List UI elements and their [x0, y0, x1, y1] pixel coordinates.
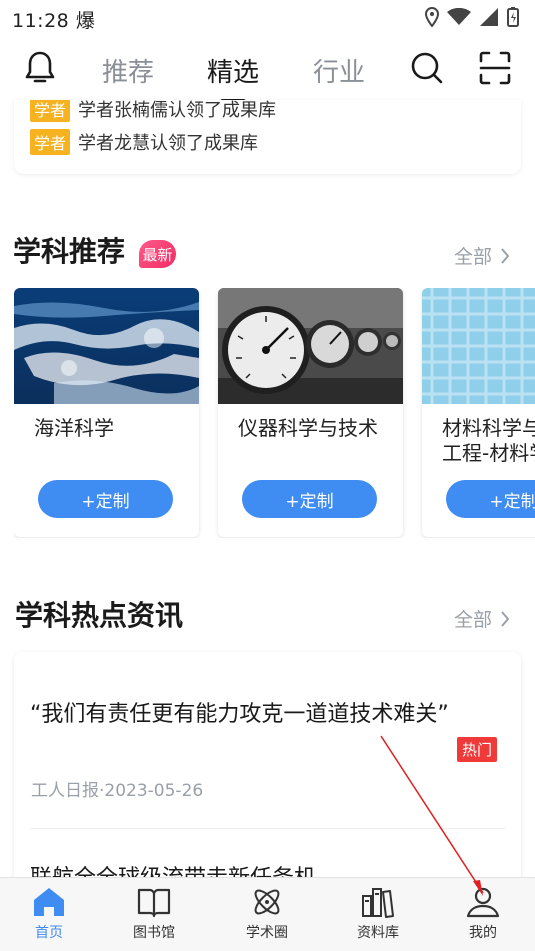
wifi-icon: [447, 8, 471, 25]
tab-industry[interactable]: 行业: [313, 52, 365, 89]
subject-card[interactable]: 海洋科学 +定制: [14, 288, 199, 537]
customize-button[interactable]: +定制: [242, 480, 377, 518]
notification-button[interactable]: [24, 50, 56, 90]
news-section-title: 学科热点资讯: [15, 599, 184, 632]
see-all-label: 全部: [454, 246, 493, 268]
search-icon: [411, 52, 443, 84]
search-button[interactable]: [410, 50, 444, 90]
tab-label: 图书馆: [133, 925, 175, 941]
tab-me[interactable]: 我的: [443, 886, 523, 942]
subjects-section-title: 学科推荐: [13, 235, 126, 268]
hot-badge: 热门: [457, 737, 498, 762]
subject-name: 材料科学与工程-材料学: [442, 416, 535, 465]
see-all-label: 全部: [454, 609, 493, 631]
atom-icon: [254, 889, 280, 915]
material-image: [422, 288, 535, 404]
tab-recommend[interactable]: 推荐: [102, 52, 154, 89]
announcement-text: 学者龙慧认领了成果库: [78, 133, 259, 154]
tab-academic-circle[interactable]: 学术圈: [227, 886, 307, 942]
customize-button[interactable]: +定制: [38, 480, 173, 518]
scholar-badge: 学者: [30, 100, 71, 122]
tab-featured[interactable]: 精选: [207, 52, 259, 89]
top-nav: 推荐 精选 行业: [0, 36, 535, 108]
status-time: 11:28 爆: [12, 10, 96, 32]
battery-icon: [507, 7, 519, 27]
location-icon: [425, 7, 439, 27]
home-icon: [34, 888, 64, 916]
scan-icon: [479, 51, 511, 85]
chevron-right-icon: [501, 610, 510, 627]
tab-label: 我的: [469, 925, 497, 941]
subject-name: 海洋科学: [34, 416, 114, 440]
news-meta: 工人日报·2023-05-26: [31, 781, 204, 801]
tab-database[interactable]: 资料库: [338, 886, 418, 942]
tab-home[interactable]: 首页: [9, 886, 89, 942]
subject-card[interactable]: 材料科学与工程-材料学 +定制: [422, 288, 535, 537]
new-badge: 最新: [139, 240, 176, 268]
tab-library[interactable]: 图书馆: [114, 886, 194, 942]
news-see-all-link[interactable]: 全部: [454, 605, 510, 632]
subject-carousel[interactable]: 海洋科学 +定制 仪器科学与技术 +定制 材料科学与工程-材料 +定制: [14, 288, 535, 538]
news-title[interactable]: “我们有责任更有能力攻克一道道技术难关”: [30, 696, 460, 733]
chevron-right-icon: [501, 247, 510, 264]
tab-label: 资料库: [357, 925, 399, 941]
tab-label: 学术圈: [246, 925, 288, 941]
signal-icon: [480, 8, 498, 26]
scan-button[interactable]: [478, 50, 512, 90]
announcement-item[interactable]: 学者 学者龙慧认领了成果库: [30, 129, 258, 155]
announcement-text: 学者张楠儒认领了成果库: [78, 100, 277, 121]
subject-card[interactable]: 仪器科学与技术 +定制: [218, 288, 403, 537]
status-bar: 11:28 爆: [0, 0, 535, 36]
gauges-image: [218, 288, 403, 404]
announcement-item[interactable]: 学者 学者张楠儒认领了成果库: [30, 100, 276, 122]
tab-label: 首页: [35, 925, 63, 941]
announcement-card[interactable]: 学者 学者张楠儒认领了成果库 学者 学者龙慧认领了成果库: [14, 100, 521, 174]
scholar-badge: 学者: [30, 129, 71, 155]
subjects-see-all-link[interactable]: 全部: [454, 242, 510, 269]
customize-button[interactable]: +定制: [446, 480, 535, 518]
bottom-tab-bar: 首页 图书馆 学术圈 资料库 我的: [0, 877, 535, 951]
user-icon: [466, 887, 500, 918]
news-card[interactable]: “我们有责任更有能力攻克一道道技术难关” 热门 工人日报·2023-05-26 …: [14, 652, 521, 892]
divider: [30, 828, 505, 829]
subject-name: 仪器科学与技术: [238, 416, 378, 440]
ocean-image: [14, 288, 199, 404]
book-icon: [137, 888, 171, 918]
library-icon: [362, 888, 394, 918]
status-icons: [425, 7, 519, 27]
bell-icon: [25, 51, 55, 83]
